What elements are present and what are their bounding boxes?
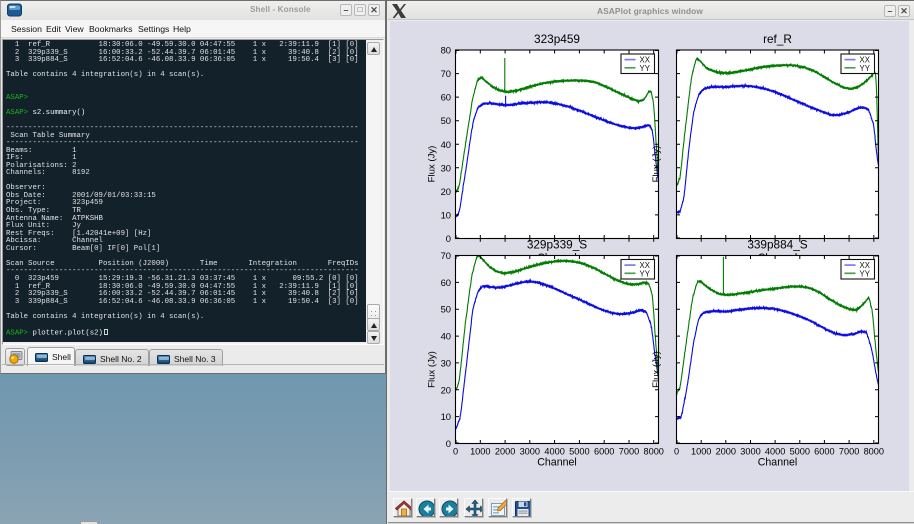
svg-text:YY: YY (860, 269, 871, 278)
svg-text:Channel: Channel (758, 457, 797, 469)
svg-text:20: 20 (441, 384, 451, 395)
svg-text:60: 60 (441, 277, 451, 288)
svg-text:0: 0 (453, 446, 458, 456)
svg-text:Channel: Channel (537, 457, 576, 469)
svg-text:YY: YY (860, 64, 871, 73)
svg-text:4000: 4000 (544, 446, 564, 456)
svg-text:0: 0 (674, 446, 679, 456)
svg-text:6000: 6000 (814, 446, 834, 456)
svg-text:2000: 2000 (716, 446, 736, 456)
svg-text:1000: 1000 (691, 446, 711, 456)
svg-text:ref_R: ref_R (763, 32, 792, 46)
svg-text:339p884_S: 339p884_S (747, 238, 807, 252)
svg-text:Flux (Jy): Flux (Jy) (426, 146, 437, 183)
svg-text:40: 40 (441, 139, 451, 150)
svg-text:329p339_S: 329p339_S (527, 238, 587, 252)
svg-text:70: 70 (441, 68, 451, 79)
svg-text:5000: 5000 (790, 446, 810, 456)
svg-text:2000: 2000 (495, 446, 515, 456)
svg-text:Flux (Jy): Flux (Jy) (651, 351, 662, 388)
svg-text:Flux (Jy): Flux (Jy) (651, 146, 662, 183)
svg-text:10: 10 (441, 411, 451, 422)
svg-text:30: 30 (441, 357, 451, 368)
svg-text:7000: 7000 (619, 446, 639, 456)
svg-text:0: 0 (446, 233, 451, 244)
svg-text:8000: 8000 (643, 446, 663, 456)
svg-text:5000: 5000 (569, 446, 589, 456)
svg-text:6000: 6000 (594, 446, 614, 456)
svg-text:40: 40 (441, 331, 451, 342)
svg-text:8000: 8000 (864, 446, 884, 456)
svg-text:60: 60 (441, 92, 451, 103)
svg-text:1000: 1000 (470, 446, 490, 456)
svg-text:7000: 7000 (839, 446, 859, 456)
svg-text:Flux (Jy): Flux (Jy) (426, 351, 437, 388)
svg-text:10: 10 (441, 209, 451, 220)
svg-text:30: 30 (441, 162, 451, 173)
svg-text:4000: 4000 (765, 446, 785, 456)
svg-text:0: 0 (446, 438, 451, 449)
svg-text:70: 70 (441, 250, 451, 261)
svg-text:3000: 3000 (520, 446, 540, 456)
svg-text:323p459: 323p459 (534, 32, 580, 46)
svg-text:20: 20 (441, 186, 451, 197)
svg-text:YY: YY (640, 64, 651, 73)
svg-text:50: 50 (441, 304, 451, 315)
svg-text:80: 80 (441, 45, 451, 56)
svg-text:50: 50 (441, 115, 451, 126)
svg-text:3000: 3000 (740, 446, 760, 456)
svg-text:YY: YY (640, 269, 651, 278)
